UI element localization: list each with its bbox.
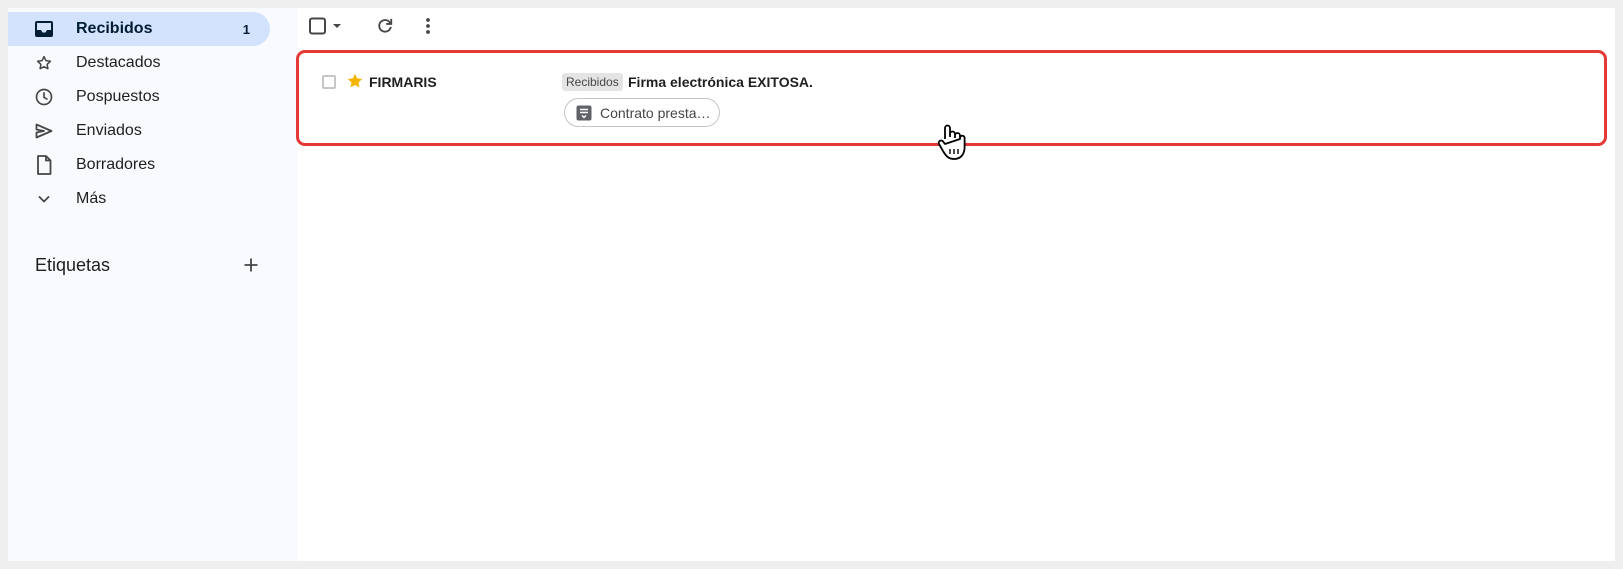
sidebar-item-label: Recibidos — [76, 20, 153, 37]
email-sender: FIRMARIS — [369, 74, 437, 90]
star-icon — [34, 53, 54, 73]
email-row[interactable]: FIRMARIS Recibidos Firma electrónica EXI… — [296, 50, 1607, 146]
select-all-dropdown[interactable] — [306, 12, 348, 40]
sidebar: Recibidos 1 Destacados Pospuestos Enviad… — [8, 8, 298, 561]
add-label-button[interactable] — [241, 255, 261, 275]
sidebar-item-label: Más — [76, 190, 107, 207]
attachment-chip[interactable]: Contrato presta… — [564, 98, 720, 127]
checkbox-icon — [309, 17, 341, 35]
labels-section-title: Etiquetas — [35, 255, 111, 275]
document-icon — [576, 105, 592, 121]
email-subject: Firma electrónica EXITOSA. — [628, 74, 813, 90]
send-icon — [34, 121, 54, 141]
sidebar-item-label: Destacados — [76, 54, 161, 71]
more-options-button[interactable] — [416, 12, 440, 40]
inbox-icon — [34, 19, 54, 39]
row-checkbox[interactable] — [322, 75, 336, 89]
sidebar-item-label: Pospuestos — [76, 88, 160, 105]
unread-count-badge: 1 — [242, 22, 250, 37]
star-icon[interactable] — [346, 72, 364, 90]
sidebar-item-label: Enviados — [76, 122, 142, 139]
sidebar-item-borradores[interactable]: Borradores — [8, 148, 270, 182]
draft-icon — [34, 155, 54, 175]
sidebar-item-enviados[interactable]: Enviados — [8, 114, 270, 148]
chevron-down-icon — [34, 189, 54, 209]
more-vert-icon — [426, 18, 430, 34]
refresh-button[interactable] — [371, 12, 399, 40]
plus-icon — [244, 258, 258, 272]
sidebar-item-destacados[interactable]: Destacados — [8, 46, 270, 80]
sidebar-item-recibidos[interactable]: Recibidos 1 — [8, 12, 270, 46]
refresh-icon — [378, 18, 393, 33]
gmail-window: Recibidos 1 Destacados Pospuestos Enviad… — [8, 8, 1615, 561]
label-chip: Recibidos — [562, 73, 623, 91]
attachment-name: Contrato presta… — [600, 105, 711, 121]
sidebar-item-pospuestos[interactable]: Pospuestos — [8, 80, 270, 114]
sidebar-item-label: Borradores — [76, 156, 156, 173]
sidebar-item-mas[interactable]: Más — [8, 182, 270, 216]
clock-icon — [34, 87, 54, 107]
